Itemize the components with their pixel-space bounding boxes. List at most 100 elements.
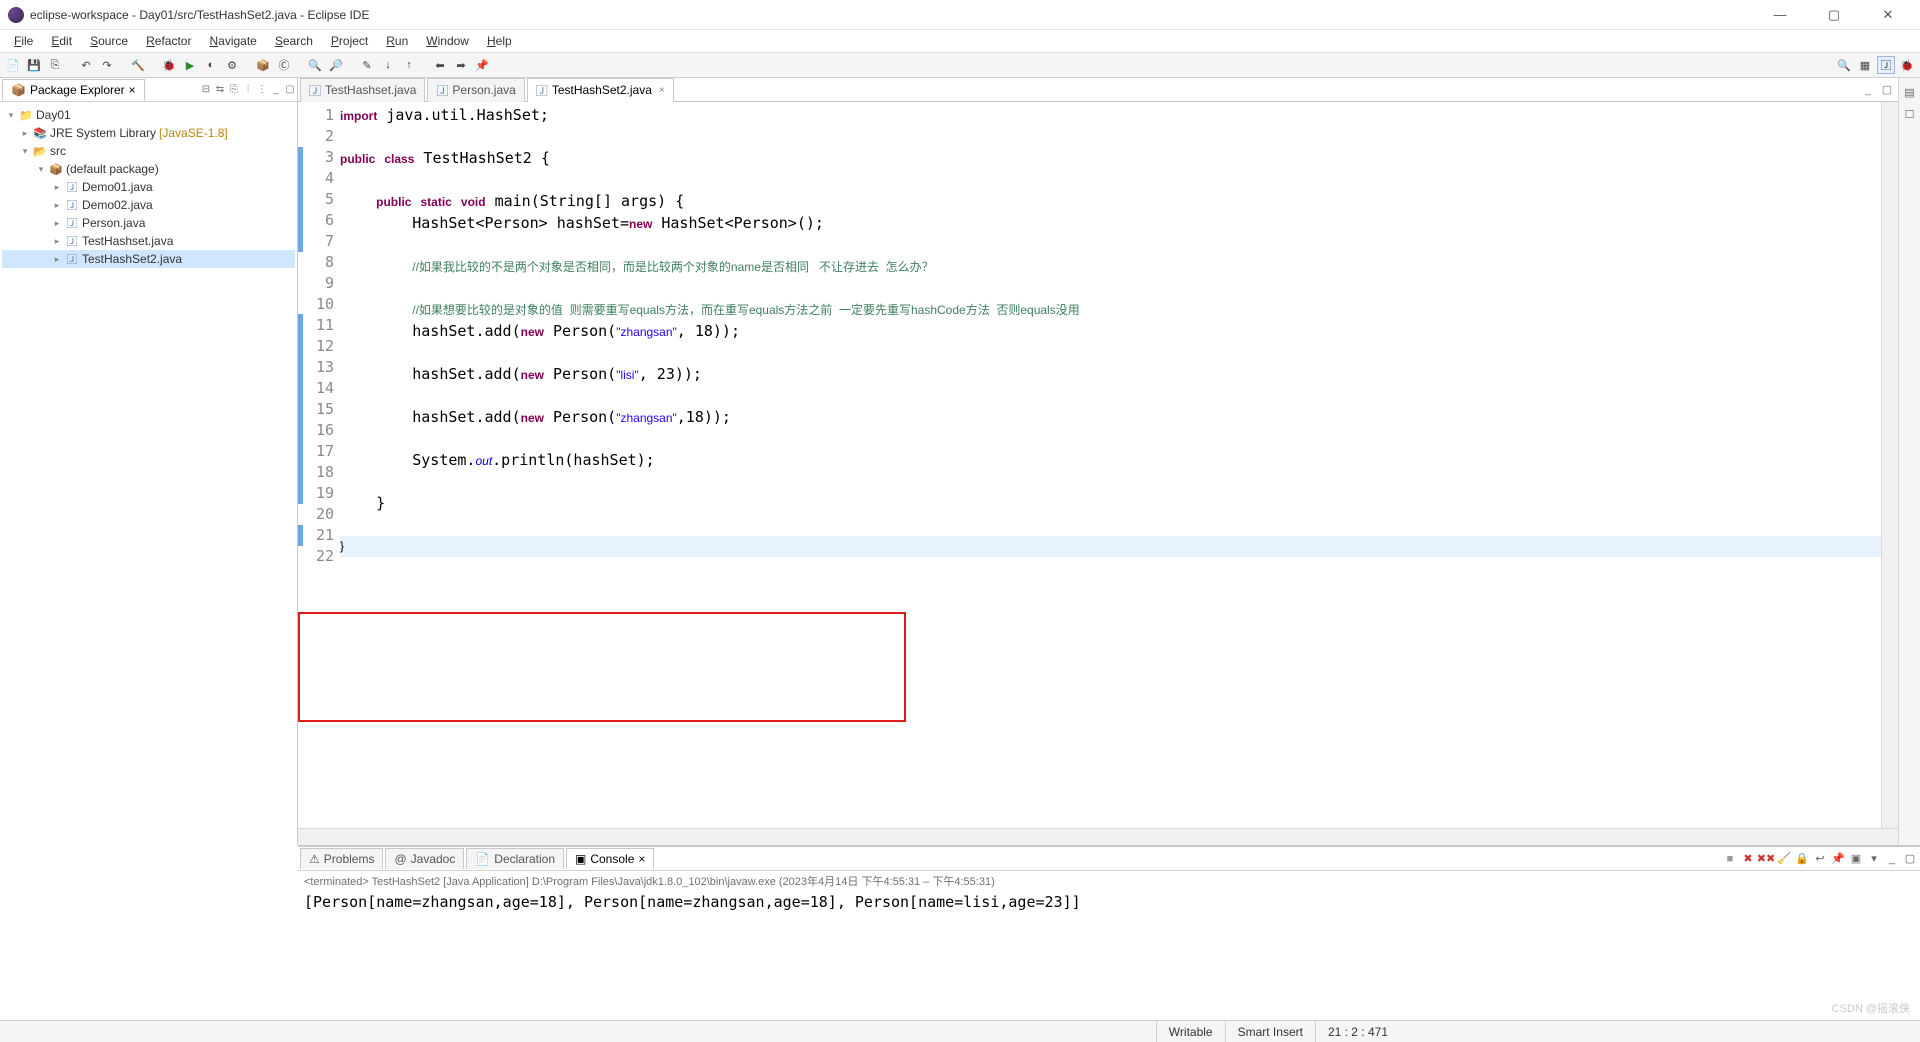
back-icon[interactable]: ⬅	[431, 56, 449, 74]
bottom-tabs: ⚠Problems@Javadoc📄Declaration▣Console× ■…	[298, 847, 1920, 871]
project-node[interactable]: ▾📁Day01	[2, 106, 295, 124]
watermark: CSDN @摇滚侠	[1832, 1000, 1910, 1016]
outline-view-icon[interactable]: ▤	[1902, 84, 1918, 100]
bottom-tab-javadoc[interactable]: @Javadoc	[385, 848, 464, 869]
next-annotation-icon[interactable]: ↓	[379, 56, 397, 74]
focus-icon[interactable]: ⎘	[227, 83, 241, 97]
forward-icon[interactable]: ➡	[452, 56, 470, 74]
maximize-button[interactable]: ▢	[1816, 3, 1852, 27]
minimize-button[interactable]: —	[1762, 3, 1798, 27]
editor-tab[interactable]: 🄹TestHashSet2.java×	[527, 78, 674, 102]
window-title: eclipse-workspace - Day01/src/TestHashSe…	[30, 8, 1762, 22]
close-button[interactable]: ✕	[1870, 3, 1906, 27]
editor-maximize-icon[interactable]: ▢	[1879, 82, 1895, 98]
view-menu-icon[interactable]: ⋮	[255, 83, 269, 97]
bottom-tab-problems[interactable]: ⚠Problems	[300, 848, 383, 869]
remove-all-icon[interactable]: ✖✖	[1758, 851, 1774, 867]
new-icon[interactable]: 📄	[4, 56, 22, 74]
status-bar: Writable Smart Insert 21 : 2 : 471	[0, 1020, 1920, 1042]
maximize-view-icon[interactable]: ▢	[283, 83, 297, 97]
save-all-icon[interactable]: ⎘	[46, 56, 64, 74]
coverage-icon[interactable]: ◐	[202, 56, 220, 74]
pin-icon[interactable]: 📌	[473, 56, 491, 74]
open-console-icon[interactable]: ▾	[1866, 851, 1882, 867]
console-header: <terminated> TestHashSet2 [Java Applicat…	[298, 871, 1920, 891]
title-bar: eclipse-workspace - Day01/src/TestHashSe…	[0, 0, 1920, 30]
debug-perspective-icon[interactable]: 🐞	[1898, 56, 1916, 74]
link-editor-icon[interactable]: ⇆	[213, 83, 227, 97]
debug-icon[interactable]: 🐞	[160, 56, 178, 74]
editor-tab[interactable]: 🄹TestHashset.java	[300, 78, 425, 102]
editor-tab[interactable]: 🄹Person.java	[427, 78, 524, 102]
undo-icon[interactable]: ↶	[77, 56, 95, 74]
code-content[interactable]: import java.util.HashSet; public class T…	[340, 102, 1881, 828]
menu-help[interactable]: Help	[479, 32, 520, 50]
editor-tabs: 🄹TestHashset.java🄹Person.java🄹TestHashSe…	[298, 78, 1898, 102]
minimize-view-icon[interactable]: _	[269, 83, 283, 97]
scroll-lock-icon[interactable]: 🔒	[1794, 851, 1810, 867]
clear-console-icon[interactable]: 🧹	[1776, 851, 1792, 867]
horizontal-scrollbar[interactable]	[298, 828, 1898, 845]
minimize-bottom-icon[interactable]: _	[1884, 851, 1900, 867]
collapse-all-icon[interactable]: ⊟	[199, 83, 213, 97]
file-node[interactable]: ▸🄹TestHashSet2.java	[2, 250, 295, 268]
right-trim-bar: ▤ ☐	[1898, 78, 1920, 845]
remove-launch-icon[interactable]: ✖	[1740, 851, 1756, 867]
new-class-icon[interactable]: Ⓒ	[275, 56, 293, 74]
search-icon[interactable]: 🔎	[327, 56, 345, 74]
jre-node[interactable]: ▸📚JRE System Library [JavaSE-1.8]	[2, 124, 295, 142]
main-toolbar: 📄 💾 ⎘ ↶ ↷ 🔨 🐞 ▶ ◐ ⚙ 📦 Ⓒ 🔍 🔎 ✎ ↓ ↑ ⬅ ➡ 📌 …	[0, 52, 1920, 78]
package-explorer-view: 📦 Package Explorer × ⊟ ⇆ ⎘ ⫶ ⋮ _ ▢ ▾📁Day…	[0, 78, 298, 845]
maximize-bottom-icon[interactable]: ▢	[1902, 851, 1918, 867]
code-editor[interactable]: 12345678910111213141516171819202122 impo…	[298, 102, 1898, 828]
redo-icon[interactable]: ↷	[98, 56, 116, 74]
package-tree[interactable]: ▾📁Day01 ▸📚JRE System Library [JavaSE-1.8…	[0, 102, 297, 845]
close-view-icon[interactable]: ×	[129, 83, 136, 97]
build-icon[interactable]: 🔨	[129, 56, 147, 74]
src-node[interactable]: ▾📂src	[2, 142, 295, 160]
close-tab-icon[interactable]: ×	[638, 852, 645, 866]
package-explorer-tab[interactable]: 📦 Package Explorer ×	[2, 79, 145, 101]
open-type-icon[interactable]: 🔍	[306, 56, 324, 74]
menu-search[interactable]: Search	[267, 32, 321, 50]
console-output[interactable]: [Person[name=zhangsan,age=18], Person[na…	[298, 891, 1920, 1020]
eclipse-icon	[8, 7, 24, 23]
new-package-icon[interactable]: 📦	[254, 56, 272, 74]
task-list-icon[interactable]: ☐	[1902, 106, 1918, 122]
word-wrap-icon[interactable]: ↩	[1812, 851, 1828, 867]
status-cursor-position: 21 : 2 : 471	[1315, 1021, 1400, 1042]
open-perspective-icon[interactable]: ▦	[1856, 56, 1874, 74]
package-node[interactable]: ▾📦(default package)	[2, 160, 295, 178]
terminate-icon[interactable]: ■	[1722, 851, 1738, 867]
display-console-icon[interactable]: ▣	[1848, 851, 1864, 867]
menu-file[interactable]: File	[6, 32, 41, 50]
bottom-tab-console[interactable]: ▣Console×	[566, 848, 654, 869]
vertical-scrollbar[interactable]	[1881, 102, 1898, 828]
save-icon[interactable]: 💾	[25, 56, 43, 74]
file-node[interactable]: ▸🄹Demo01.java	[2, 178, 295, 196]
filters-icon[interactable]: ⫶	[241, 83, 255, 97]
quick-access-icon[interactable]: 🔍	[1835, 56, 1853, 74]
menu-bar: FileEditSourceRefactorNavigateSearchProj…	[0, 30, 1920, 52]
run-icon[interactable]: ▶	[181, 56, 199, 74]
menu-run[interactable]: Run	[378, 32, 416, 50]
editor-minimize-icon[interactable]: _	[1860, 82, 1876, 98]
close-tab-icon[interactable]: ×	[659, 85, 665, 96]
menu-source[interactable]: Source	[82, 32, 136, 50]
java-perspective-icon[interactable]: 🄹	[1877, 56, 1895, 74]
bottom-tab-declaration[interactable]: 📄Declaration	[466, 848, 564, 869]
toggle-mark-icon[interactable]: ✎	[358, 56, 376, 74]
prev-annotation-icon[interactable]: ↑	[400, 56, 418, 74]
bottom-pane: ⚠Problems@Javadoc📄Declaration▣Console× ■…	[298, 845, 1920, 1020]
file-node[interactable]: ▸🄹Person.java	[2, 214, 295, 232]
menu-project[interactable]: Project	[323, 32, 376, 50]
menu-refactor[interactable]: Refactor	[138, 32, 199, 50]
pin-console-icon[interactable]: 📌	[1830, 851, 1846, 867]
file-node[interactable]: ▸🄹TestHashset.java	[2, 232, 295, 250]
package-explorer-title: Package Explorer	[30, 83, 125, 97]
file-node[interactable]: ▸🄹Demo02.java	[2, 196, 295, 214]
menu-window[interactable]: Window	[418, 32, 477, 50]
menu-edit[interactable]: Edit	[43, 32, 80, 50]
external-tools-icon[interactable]: ⚙	[223, 56, 241, 74]
menu-navigate[interactable]: Navigate	[201, 32, 264, 50]
